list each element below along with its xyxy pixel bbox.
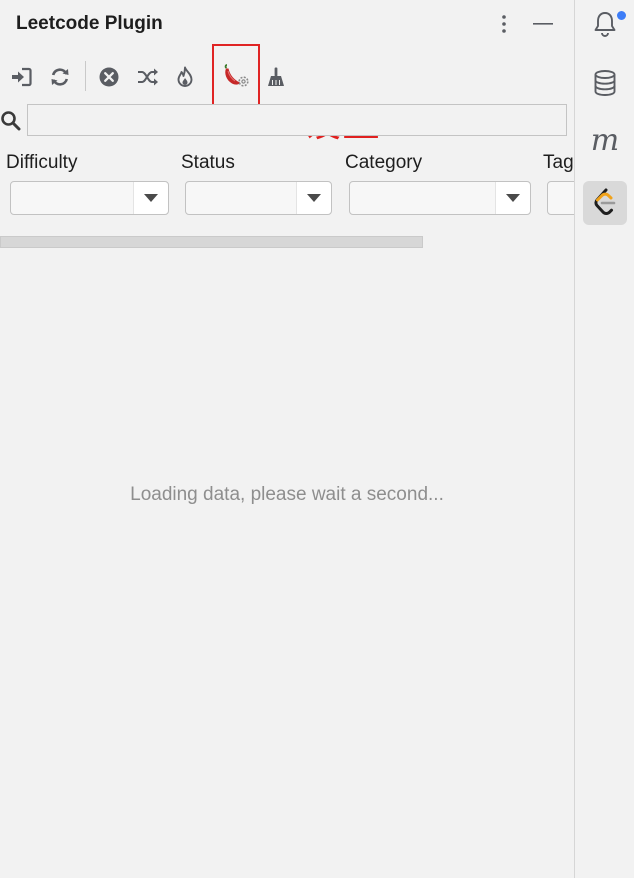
status-dropdown-arrow[interactable] [296, 182, 331, 214]
database-button[interactable] [583, 61, 627, 105]
refresh-button[interactable] [47, 64, 73, 90]
m-icon: m [590, 123, 620, 158]
difficulty-label: Difficulty [6, 152, 78, 173]
notifications-button[interactable] [583, 2, 627, 46]
shuffle-icon [138, 68, 158, 86]
panel-title: Leetcode Plugin [16, 13, 163, 34]
minimize-icon [533, 23, 553, 25]
difficulty-select[interactable] [10, 181, 169, 215]
right-tool-stripe: m [575, 0, 634, 878]
login-button[interactable] [8, 64, 34, 90]
chevron-down-icon [144, 194, 158, 202]
chevron-down-icon [307, 194, 321, 202]
m-tool-button[interactable]: m [583, 121, 627, 165]
ide-window: Leetcode Plugin Difficulty Status Catego… [0, 0, 634, 878]
database-icon [594, 70, 616, 96]
cancel-icon [99, 67, 119, 87]
minimize-button[interactable] [531, 12, 555, 36]
tags-label: Tags [543, 152, 574, 173]
chevron-down-icon [506, 194, 520, 202]
fire-icon [177, 66, 193, 87]
hot-button[interactable] [172, 64, 198, 90]
status-select[interactable] [185, 181, 332, 215]
loading-progress-bar [0, 236, 423, 248]
category-label: Category [345, 152, 423, 173]
sign-in-icon [12, 67, 32, 87]
refresh-icon [51, 68, 69, 86]
category-select[interactable] [349, 181, 531, 215]
leetcode-icon [594, 188, 616, 215]
vertical-ellipsis-icon [502, 15, 506, 33]
random-button[interactable] [135, 64, 161, 90]
leetcode-tool-panel: Leetcode Plugin Difficulty Status Catego… [0, 0, 574, 878]
tags-select[interactable] [547, 181, 574, 215]
search-icon [1, 111, 21, 131]
toolbar-separator [85, 61, 86, 91]
status-label: Status [181, 152, 235, 173]
notifications-icon [594, 12, 616, 37]
cancel-button[interactable] [96, 64, 122, 90]
search-input[interactable] [27, 104, 567, 136]
more-options-button[interactable] [494, 12, 514, 36]
leetcode-tool-button[interactable] [583, 181, 627, 225]
broom-icon [268, 67, 284, 86]
clear-button[interactable] [263, 64, 289, 90]
loading-message: Loading data, please wait a second... [130, 484, 444, 505]
category-dropdown-arrow[interactable] [495, 182, 530, 214]
difficulty-dropdown-arrow[interactable] [133, 182, 168, 214]
notification-badge [616, 10, 627, 21]
